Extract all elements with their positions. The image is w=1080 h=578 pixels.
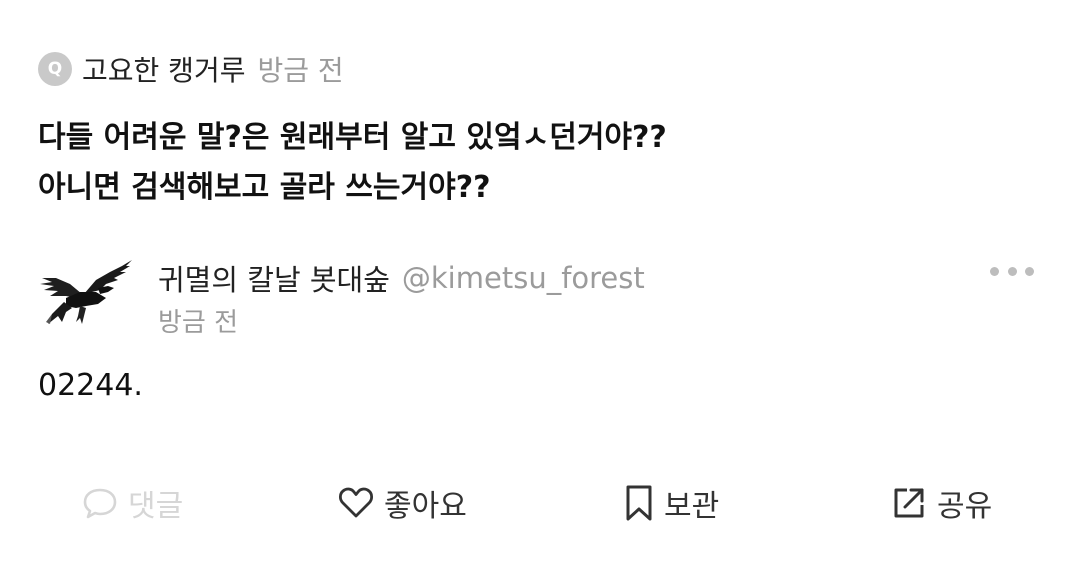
question-time: 방금 전 — [257, 54, 344, 87]
question-line: 다들 어려운 말?은 원래부터 알고 있엌ㅅ던거야?? — [38, 120, 667, 155]
comment-icon — [83, 488, 117, 519]
more-dot-icon — [1007, 266, 1017, 276]
question-line: 아니면 검색해보고 골라 쓰는거야?? — [38, 170, 491, 205]
share-icon — [894, 488, 924, 518]
question-author[interactable]: 고요한 캥거루 — [82, 49, 245, 89]
question-badge-icon: Q — [38, 52, 72, 86]
heart-icon — [338, 487, 374, 518]
comment-button[interactable]: 댓글 — [82, 478, 183, 528]
like-label: 좋아요 — [384, 489, 467, 524]
answer-author-name[interactable]: 귀멸의 칼날 봇대숲 — [158, 257, 390, 299]
answer-text: 02244. — [38, 368, 143, 403]
bookmark-icon — [626, 485, 652, 521]
like-button[interactable]: 좋아요 — [338, 478, 467, 528]
crow-icon — [40, 260, 132, 324]
post-card: Q 고요한 캥거루 방금 전 다들 어려운 말?은 원래부터 알고 있엌ㅅ던거야… — [0, 0, 1080, 578]
avatar[interactable] — [36, 258, 136, 332]
save-label: 보관 — [664, 489, 720, 524]
share-button[interactable]: 공유 — [891, 478, 992, 528]
question-text: 다들 어려운 말?은 원래부터 알고 있엌ㅅ던거야?? 아니면 검색해보고 골라… — [38, 113, 998, 213]
share-label: 공유 — [937, 489, 993, 524]
more-dot-icon — [1025, 266, 1034, 276]
answer-time: 방금 전 — [158, 308, 239, 338]
comment-label: 댓글 — [128, 489, 184, 524]
answer-header: 귀멸의 칼날 봇대숲 @kimetsu_forest — [158, 256, 645, 300]
more-dot-icon — [990, 266, 999, 276]
question-header: Q 고요한 캥거루 방금 전 — [38, 49, 344, 89]
more-options-button[interactable] — [990, 258, 1034, 284]
save-button[interactable]: 보관 — [624, 478, 719, 528]
answer-author-handle[interactable]: @kimetsu_forest — [402, 261, 645, 295]
